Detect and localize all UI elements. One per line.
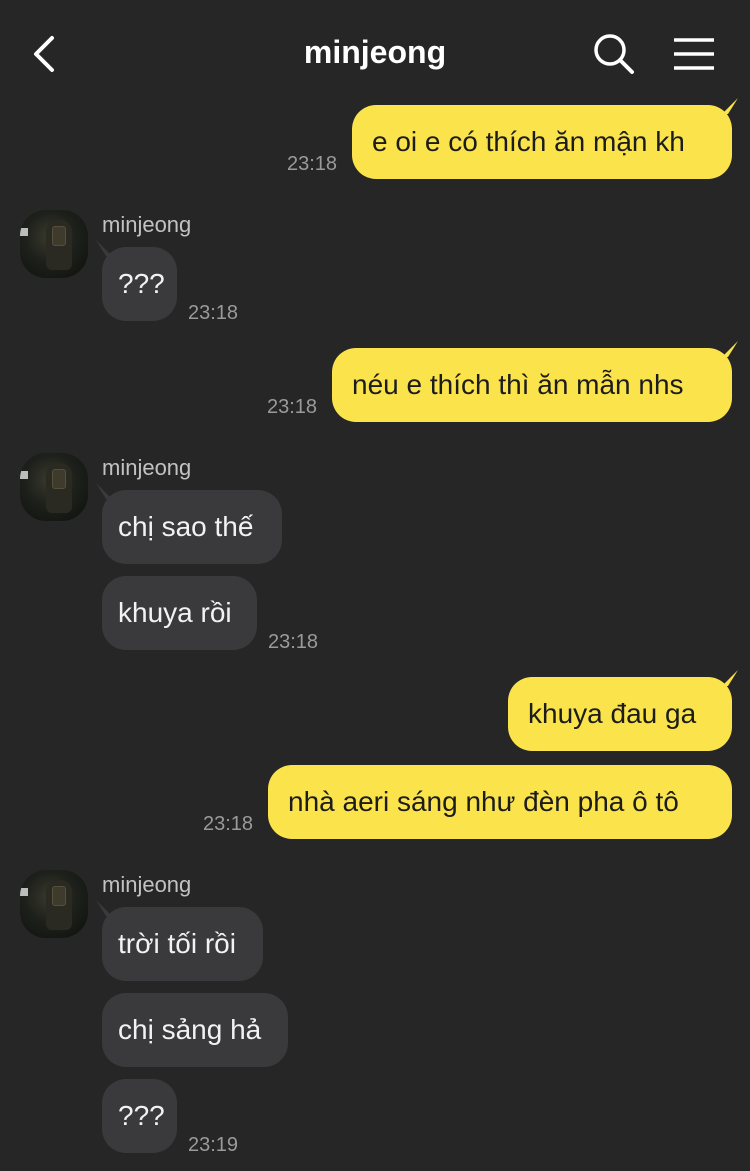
message-text: ???: [118, 1100, 165, 1131]
message-time: 23:18: [188, 302, 239, 324]
my-message-bubble[interactable]: nhà aeri sáng như đèn pha ô tô: [268, 765, 732, 839]
menu-button[interactable]: [672, 36, 716, 72]
message-text: trời tối rồi: [118, 928, 236, 959]
bubble-tail: [722, 341, 738, 357]
message-time: 23:18: [203, 813, 254, 835]
message-time: 23:18: [287, 153, 338, 175]
avatar[interactable]: [20, 453, 88, 521]
message-time: 23:18: [267, 396, 318, 418]
message-time: 23:19: [188, 1134, 239, 1156]
message-text: nhà aeri sáng như đèn pha ô tô: [288, 786, 679, 817]
message-text: khuya rồi: [118, 597, 232, 628]
search-button[interactable]: [592, 32, 636, 76]
sender-name: minjeong: [102, 212, 192, 237]
bubble-tail: [96, 900, 112, 916]
message-text: chị sảng hả: [118, 1014, 262, 1045]
their-message-bubble[interactable]: chị sao thế: [102, 490, 282, 564]
message-text: khuya đau ga: [528, 698, 697, 729]
message-text: ???: [118, 268, 165, 299]
my-message-bubble[interactable]: khuya đau ga: [508, 677, 732, 751]
their-message-bubble[interactable]: khuya rồi: [102, 576, 257, 650]
bubble-tail: [96, 240, 112, 256]
bubble-tail: [722, 670, 738, 686]
sender-name: minjeong: [102, 872, 192, 897]
their-message-bubble[interactable]: ???: [102, 1079, 177, 1153]
their-message-bubble[interactable]: trời tối rồi: [102, 907, 263, 981]
message-text: néu e thích thì ăn mẫn nhs: [352, 369, 684, 400]
bubble-tail: [96, 483, 112, 499]
avatar[interactable]: [20, 210, 88, 278]
back-button[interactable]: [28, 34, 64, 74]
message-text: chị sao thế: [118, 511, 254, 542]
avatar[interactable]: [20, 870, 88, 938]
search-icon: [594, 34, 634, 74]
chevron-left-icon: [34, 36, 54, 72]
sender-name: minjeong: [102, 455, 192, 480]
hamburger-menu-icon: [674, 38, 714, 70]
their-message-bubble[interactable]: ???: [102, 247, 177, 321]
chat-title: minjeong: [303, 34, 447, 70]
message-time: 23:18: [268, 631, 319, 653]
bubble-tail: [722, 98, 738, 114]
message-text: e oi e có thích ăn mận kh: [372, 126, 685, 157]
their-message-bubble[interactable]: chị sảng hả: [102, 993, 288, 1067]
my-message-bubble[interactable]: e oi e có thích ăn mận kh: [352, 105, 732, 179]
my-message-bubble[interactable]: néu e thích thì ăn mẫn nhs: [332, 348, 732, 422]
chat-header: minjeong: [0, 0, 750, 100]
